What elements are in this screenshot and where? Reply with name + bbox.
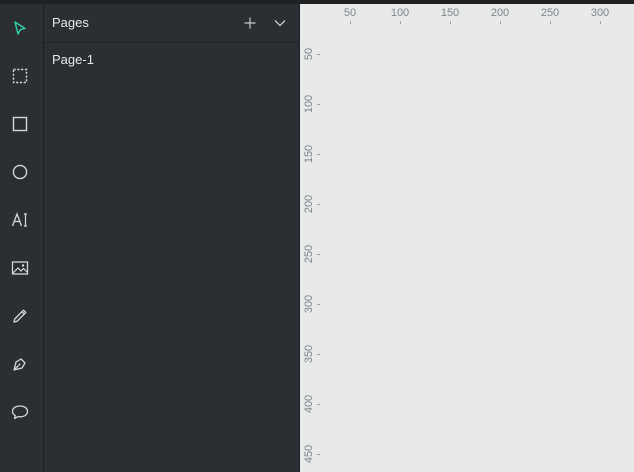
ellipse-tool[interactable] [0,152,40,192]
canvas[interactable]: 50 100 150 200 250 300 50 100 150 200 25… [300,4,634,472]
ruler-tick [317,354,320,355]
image-icon [11,261,29,275]
horizontal-ruler: 50 100 150 200 250 300 [300,4,634,24]
circle-icon [12,164,28,180]
chevron-down-icon [274,20,286,27]
ruler-tick [317,204,320,205]
ruler-tick [500,21,501,24]
text-tool[interactable] [0,200,40,240]
pages-panel-header: Pages [44,4,299,43]
left-toolbar [0,4,44,472]
ruler-label: 100 [390,7,410,19]
pen-tool[interactable] [0,344,40,384]
ruler-tick [317,104,320,105]
cursor-icon [14,21,26,35]
ruler-label: 450 [303,444,315,464]
ruler-label: 200 [303,194,315,214]
add-page-button[interactable] [239,12,261,34]
pencil-tool[interactable] [0,296,40,336]
ruler-label: 50 [343,7,357,19]
comment-tool[interactable] [0,392,40,432]
vertical-ruler: 50 100 150 200 250 300 350 400 450 [300,4,320,472]
ruler-tick [317,304,320,305]
plus-icon [244,17,256,29]
move-tool[interactable] [0,8,40,48]
pen-nib-icon [13,358,26,371]
pages-panel-title: Pages [52,15,89,30]
ruler-tick [550,21,551,24]
dashed-rectangle-icon [12,68,28,84]
ruler-label: 350 [303,344,315,364]
ruler-tick [317,454,320,455]
ruler-tick [317,404,320,405]
ruler-tick [317,254,320,255]
ruler-label: 100 [303,94,315,114]
ruler-tick [400,21,401,24]
ruler-label: 150 [303,144,315,164]
ruler-label: 300 [590,7,610,19]
collapse-pages-button[interactable] [269,12,291,34]
text-icon [11,212,27,227]
ruler-tick [317,54,320,55]
ruler-tick [450,21,451,24]
page-list-item[interactable]: Page-1 [52,52,94,67]
ruler-tick [350,21,351,24]
pages-panel: Pages Page-1 [44,4,300,472]
ruler-label: 150 [440,7,460,19]
speech-bubble-icon [11,405,29,420]
rectangle-icon [12,116,28,132]
ruler-label: 50 [303,47,315,61]
ruler-label: 300 [303,294,315,314]
ruler-tick [317,154,320,155]
pencil-icon [13,309,27,323]
ruler-label: 200 [490,7,510,19]
ruler-tick [600,21,601,24]
ruler-label: 250 [303,244,315,264]
image-tool[interactable] [0,248,40,288]
ruler-label: 400 [303,394,315,414]
board-tool[interactable] [0,56,40,96]
ruler-label: 250 [540,7,560,19]
rectangle-tool[interactable] [0,104,40,144]
